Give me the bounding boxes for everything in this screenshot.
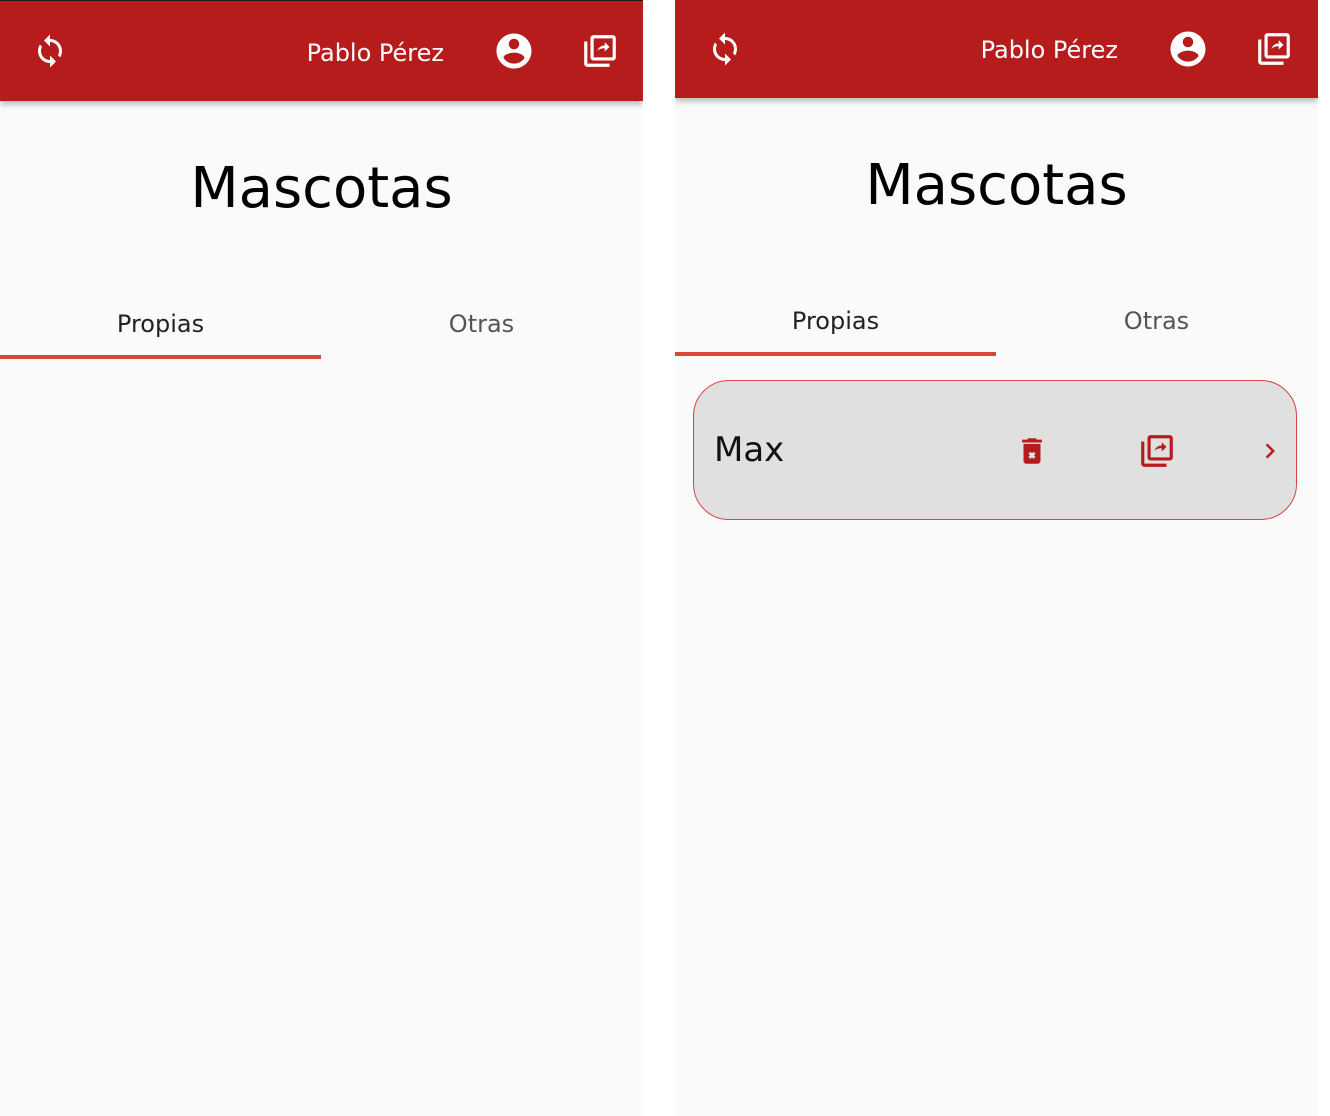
open-pet-button[interactable] (1250, 427, 1290, 475)
pet-card[interactable]: Max (693, 380, 1297, 520)
account-circle-icon (1170, 31, 1206, 67)
tab-otras[interactable]: Otras (996, 288, 1317, 354)
delete-icon (1022, 438, 1042, 464)
page-title: Mascotas (865, 153, 1128, 218)
tab-propias[interactable]: Propias (675, 288, 996, 354)
user-name: Pablo Pérez (980, 36, 1118, 64)
shared-documents-icon (584, 35, 616, 67)
active-tab-indicator (675, 352, 996, 356)
tab-bar: Propias Otras (675, 288, 1318, 358)
active-tab-indicator (0, 355, 321, 359)
account-circle-icon (496, 33, 532, 69)
shared-documents-icon (1258, 33, 1290, 65)
sync-icon (713, 32, 737, 66)
shared-documents-button[interactable] (576, 27, 624, 75)
app-bar: Pablo Pérez (0, 1, 643, 101)
tab-propias[interactable]: Propias (0, 291, 321, 357)
sync-button[interactable] (701, 25, 749, 73)
share-pet-button[interactable] (1133, 427, 1181, 475)
tab-otras[interactable]: Otras (321, 291, 642, 357)
sync-button[interactable] (26, 27, 74, 75)
pet-name: Max (714, 430, 785, 470)
user-name: Pablo Pérez (306, 39, 444, 67)
phone-screen-with-pet: Pablo Pérez Mascotas Propias Otras Max (675, 0, 1318, 1116)
shared-documents-icon (1141, 435, 1173, 467)
page-title: Mascotas (190, 156, 453, 221)
sync-icon (38, 34, 62, 68)
chevron-right-icon (1265, 443, 1275, 459)
app-bar: Pablo Pérez (675, 0, 1318, 98)
profile-button[interactable] (1164, 25, 1212, 73)
shared-documents-button[interactable] (1250, 25, 1298, 73)
profile-button[interactable] (490, 27, 538, 75)
delete-pet-button[interactable] (1008, 427, 1056, 475)
tab-bar: Propias Otras (0, 291, 643, 361)
phone-screen-empty: Pablo Pérez Mascotas Propias Otras (0, 0, 643, 1116)
